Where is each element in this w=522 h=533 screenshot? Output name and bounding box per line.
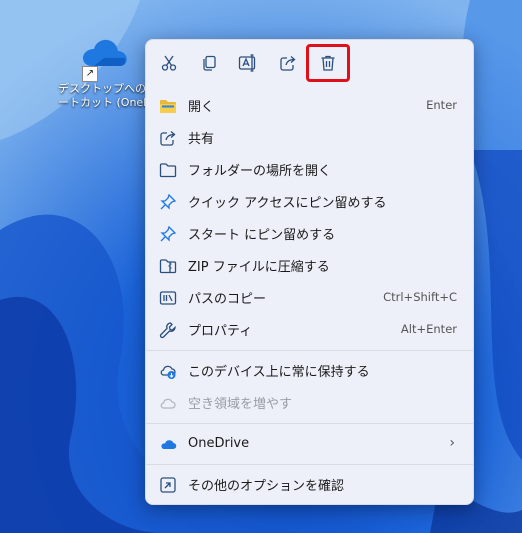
menu-item-label: プロパティ	[188, 323, 253, 339]
shortcut-text: Alt+Enter	[400, 322, 457, 336]
menu-item-label: その他のオプションを確認	[188, 478, 345, 494]
menu-item-label: このデバイス上に常に保持する	[188, 364, 370, 380]
shortcut-label: デスクトップへのショ ートカット (OneDri	[58, 82, 168, 109]
pin-icon	[160, 225, 177, 242]
menu-item-share[interactable]: 共有	[146, 122, 473, 152]
copy-button[interactable]	[193, 49, 225, 77]
menu-item-label: OneDrive	[188, 435, 250, 451]
shortcut-text: Ctrl+Shift+C	[383, 290, 457, 304]
menu-item-show-more-options[interactable]: その他のオプションを確認	[146, 469, 473, 499]
share-button[interactable]	[272, 49, 304, 77]
copy-path-icon	[159, 291, 177, 305]
menu-item-label: ZIP ファイルに圧縮する	[188, 259, 330, 275]
wrench-icon	[159, 322, 176, 339]
copy-icon	[203, 55, 216, 71]
expand-icon	[160, 477, 176, 493]
menu-item-keep-on-device[interactable]: このデバイス上に常に保持する	[146, 355, 473, 385]
share-icon	[160, 131, 176, 146]
cut-icon	[161, 55, 177, 71]
menu-item-label: 共有	[188, 131, 215, 147]
folder-open-icon	[160, 100, 176, 113]
menu-separator	[146, 464, 473, 465]
menu-item-free-up-space: 空き領域を増やす	[146, 387, 473, 417]
rename-icon	[238, 54, 256, 72]
chevron-right-icon: ›	[449, 435, 455, 451]
menu-separator	[146, 350, 473, 351]
menu-separator	[146, 423, 473, 424]
share-icon	[280, 56, 296, 71]
menu-item-compress-zip[interactable]: ZIP ファイルに圧縮する	[146, 250, 473, 280]
shortcut-arrow-icon: ↗	[82, 66, 98, 82]
context-menu: 開く Enter 共有 フォルダーの場所を開く クイック アクセスにピン留めする…	[145, 39, 474, 505]
menu-item-copy-path[interactable]: パスのコピー Ctrl+Shift+C	[146, 282, 473, 312]
menu-item-label: フォルダーの場所を開く	[188, 163, 332, 179]
shortcut-text: Enter	[426, 98, 457, 112]
menu-item-properties[interactable]: プロパティ Alt+Enter	[146, 314, 473, 344]
menu-item-pin-start[interactable]: スタート にピン留めする	[146, 218, 473, 248]
pin-icon	[160, 193, 177, 210]
menu-item-label: 開く	[188, 99, 215, 115]
menu-item-label: 空き領域を増やす	[188, 396, 293, 412]
menu-item-label: クイック アクセスにピン留めする	[188, 195, 387, 211]
onedrive-cloud-icon	[83, 39, 127, 66]
zip-folder-icon	[159, 259, 177, 274]
menu-item-label: スタート にピン留めする	[188, 227, 336, 243]
delete-button-highlight	[306, 44, 350, 82]
rename-button[interactable]	[232, 49, 264, 77]
menu-item-label: パスのコピー	[188, 291, 267, 307]
context-menu-toolbar	[146, 40, 473, 86]
folder-icon	[159, 163, 177, 178]
cloud-download-icon	[160, 365, 176, 379]
menu-item-pin-quick-access[interactable]: クイック アクセスにピン留めする	[146, 186, 473, 216]
cloud-icon	[160, 398, 176, 409]
cut-button[interactable]	[153, 49, 185, 77]
onedrive-icon	[161, 440, 177, 450]
menu-item-open-location[interactable]: フォルダーの場所を開く	[146, 154, 473, 184]
menu-item-open[interactable]: 開く Enter	[146, 90, 473, 120]
menu-item-onedrive[interactable]: OneDrive ›	[146, 428, 473, 458]
